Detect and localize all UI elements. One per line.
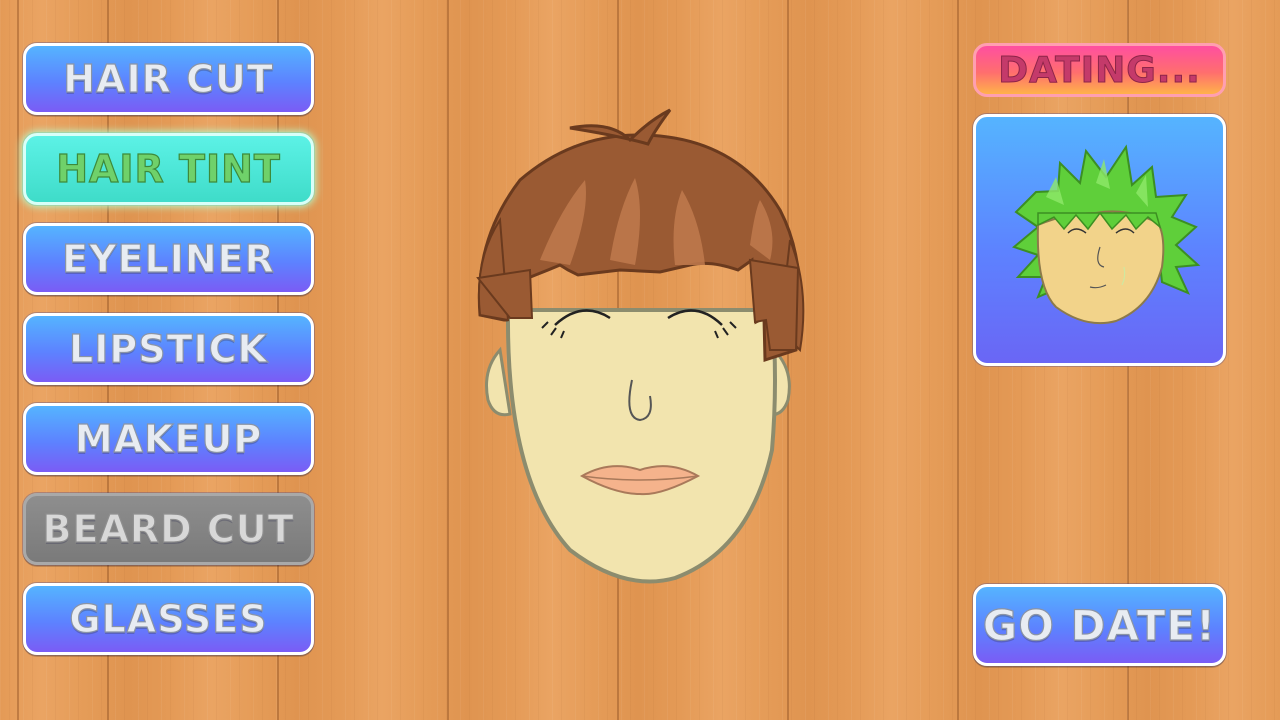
- lipstick-label: LIPSTICK: [68, 326, 268, 371]
- date-face: [1036, 210, 1165, 325]
- lipstick-button[interactable]: LIPSTICK: [23, 313, 314, 385]
- hair-cut-button[interactable]: HAIR CUT: [23, 43, 314, 115]
- beard-cut-label: BEARD CUT: [42, 506, 295, 551]
- left-ear: [485, 346, 512, 417]
- date-character-face: [1011, 144, 1201, 325]
- dating-status-banner: DATING...: [973, 43, 1226, 97]
- hair-tint-label: HAIR TINT: [56, 146, 281, 191]
- glasses-button[interactable]: GLASSES: [23, 583, 314, 655]
- glasses-label: GLASSES: [69, 596, 268, 641]
- date-preview-panel: [973, 114, 1226, 366]
- dating-status-label: DATING...: [998, 49, 1201, 91]
- character-face-drawing: [476, 108, 805, 584]
- hair-cut-label: HAIR CUT: [63, 56, 274, 101]
- eyeliner-label: EYELINER: [61, 236, 275, 281]
- face-outline: [505, 308, 777, 584]
- hair-tint-button[interactable]: HAIR TINT: [23, 133, 314, 205]
- character-face: [460, 100, 820, 600]
- makeup-label: MAKEUP: [74, 416, 263, 461]
- beard-cut-button[interactable]: BEARD CUT: [23, 493, 314, 565]
- go-date-label: GO DATE!: [982, 600, 1217, 650]
- eyeliner-button[interactable]: EYELINER: [23, 223, 314, 295]
- go-date-button[interactable]: GO DATE!: [973, 584, 1226, 666]
- makeup-button[interactable]: MAKEUP: [23, 403, 314, 475]
